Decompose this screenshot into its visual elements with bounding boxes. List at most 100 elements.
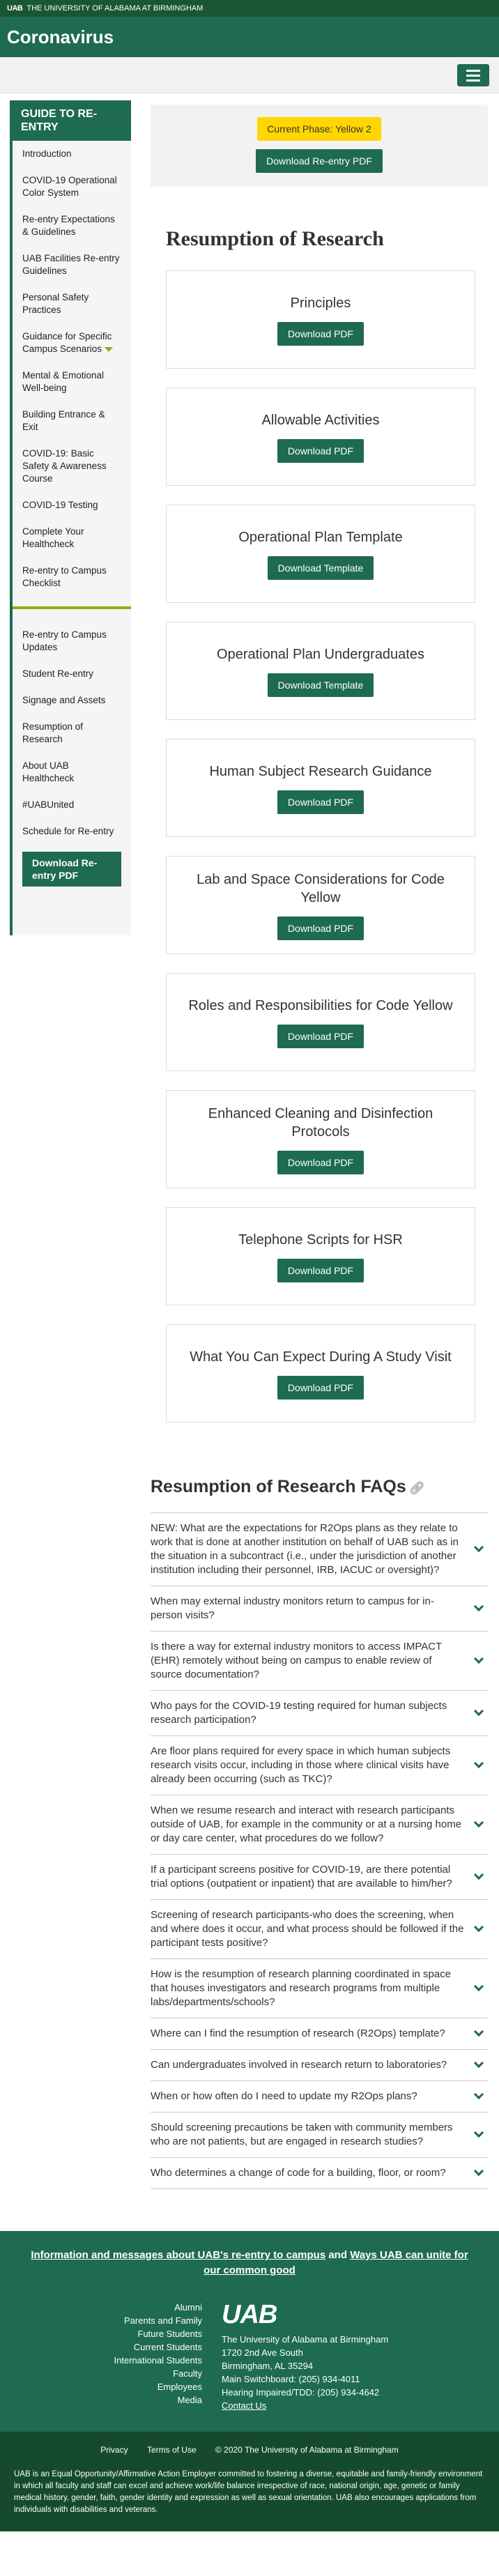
footer-link-future-students[interactable]: Future Students: [0, 2327, 203, 2340]
download-button[interactable]: Download PDF: [277, 1258, 364, 1282]
card-title[interactable]: Operational Plan Template: [238, 528, 402, 546]
sidebar-item-updates[interactable]: Re-entry to Campus Updates: [13, 622, 131, 661]
address-line[interactable]: Hearing Impaired/TDD: (205) 934-4642: [222, 2386, 499, 2399]
card-title[interactable]: Telephone Scripts for HSR: [238, 1231, 403, 1249]
faq-item[interactable]: Who pays for the COVID-19 testing requir…: [151, 1690, 488, 1735]
sidebar-item-research[interactable]: Resumption of Research: [13, 714, 131, 753]
menu-button[interactable]: [457, 64, 489, 86]
guide-sidebar: GUIDE TO RE-ENTRY Introduction COVID-19 …: [10, 100, 131, 935]
faq-item[interactable]: Can undergraduates involved in research …: [151, 2049, 488, 2080]
faq-item[interactable]: Screening of research participants-who d…: [151, 1899, 488, 1958]
guide-title[interactable]: GUIDE TO RE-ENTRY: [13, 100, 131, 141]
faq-item[interactable]: When may external industry monitors retu…: [151, 1586, 488, 1631]
faq-question: When or how often do I need to update my…: [151, 2090, 417, 2102]
download-reentry-button[interactable]: Download Re-entry PDF: [256, 149, 383, 173]
footer-link-international[interactable]: International Students: [0, 2354, 202, 2367]
download-button[interactable]: Download PDF: [277, 916, 364, 940]
sidebar-item-color-system[interactable]: COVID-19 Operational Color System: [13, 167, 131, 206]
footer-link-current-students[interactable]: Current Students: [0, 2340, 202, 2354]
card-title[interactable]: Roles and Responsibilities for Code Yell…: [188, 997, 452, 1015]
sidebar-item-testing[interactable]: COVID-19 Testing: [13, 492, 131, 519]
uab-logo[interactable]: UAB: [222, 2301, 499, 2329]
sidebar-divider: [13, 606, 131, 609]
faq-question: Who determines a change of code for a bu…: [151, 2167, 446, 2179]
site-title[interactable]: Coronavirus: [0, 17, 499, 57]
sidebar-item-signage[interactable]: Signage and Assets: [13, 687, 131, 714]
eeo-statement[interactable]: UAB is an Equal Opportunity/Affirmative …: [14, 2469, 485, 2516]
download-button[interactable]: Download PDF: [277, 790, 364, 814]
address-line[interactable]: Main Switchboard: (205) 934-4011: [222, 2372, 499, 2386]
faq-item[interactable]: When or how often do I need to update my…: [151, 2080, 488, 2112]
download-button[interactable]: Download PDF: [277, 438, 364, 463]
chevron-down-icon: [473, 1542, 484, 1553]
card-title[interactable]: Human Subject Research Guidance: [209, 762, 431, 781]
university-name[interactable]: THE UNIVERSITY OF ALABAMA AT BIRMINGHAM: [26, 4, 203, 13]
chevron-down-icon: [473, 2089, 484, 2100]
card-title[interactable]: What You Can Expect During A Study Visit: [190, 1348, 451, 1366]
footer-link-parents[interactable]: Parents and Family: [0, 2314, 202, 2327]
site-footer: Information and messages about UAB's re-…: [0, 2231, 499, 2531]
contact-us-link[interactable]: Contact Us: [222, 2399, 499, 2412]
download-button[interactable]: Download Template: [267, 673, 374, 697]
faq-item[interactable]: When we resume research and interact wit…: [151, 1795, 488, 1854]
copyright[interactable]: © 2020 The University of Alabama at Birm…: [215, 2445, 399, 2455]
card-title[interactable]: Enhanced Cleaning and Disinfection Proto…: [181, 1105, 461, 1141]
footer-link-employees[interactable]: Employees: [0, 2380, 202, 2393]
chevron-down-icon: [473, 1869, 484, 1880]
sidebar-item-student[interactable]: Student Re-entry: [13, 661, 131, 687]
hamburger-icon-line: [466, 74, 480, 77]
download-button[interactable]: Download PDF: [277, 1150, 364, 1174]
sidebar-item-scenarios[interactable]: Guidance for Specific Campus Scenarios: [13, 323, 131, 362]
address-line[interactable]: 1720 2nd Ave South: [222, 2346, 499, 2359]
address-line[interactable]: The University of Alabama at Birmingham: [222, 2333, 499, 2346]
chevron-down-icon: [473, 2165, 484, 2177]
caret-down-icon[interactable]: [105, 346, 114, 352]
sidebar-item-expectations[interactable]: Re-entry Expectations & Guidelines: [13, 206, 131, 245]
card-title[interactable]: Lab and Space Considerations for Code Ye…: [181, 871, 461, 907]
sidebar-download-button[interactable]: Download Re-entry PDF: [22, 852, 121, 887]
phase-badge[interactable]: Current Phase: Yellow 2: [257, 117, 381, 141]
footer-link-media[interactable]: Media: [0, 2393, 202, 2407]
address-line[interactable]: Birmingham, AL 35294: [222, 2359, 499, 2372]
reentry-info-link[interactable]: Information and messages about UAB's re-…: [31, 2249, 325, 2261]
link-icon[interactable]: 🔗︎: [409, 1481, 425, 1495]
uab-mark[interactable]: UAB: [7, 4, 23, 13]
faq-item[interactable]: Are floor plans required for every space…: [151, 1735, 488, 1795]
footer-link-alumni[interactable]: Alumni: [0, 2301, 202, 2314]
faq-item[interactable]: NEW: What are the expectations for R2Ops…: [151, 1512, 488, 1586]
sidebar-item-healthcheck[interactable]: Complete Your Healthcheck: [13, 519, 131, 558]
sidebar-item-checklist[interactable]: Re-entry to Campus Checklist: [13, 558, 131, 597]
card-title[interactable]: Allowable Activities: [262, 411, 380, 429]
faq-item[interactable]: If a participant screens positive for CO…: [151, 1854, 488, 1899]
footer-link-faculty[interactable]: Faculty: [0, 2367, 202, 2380]
download-button[interactable]: Download PDF: [277, 1024, 364, 1048]
footer-and: and: [328, 2249, 348, 2261]
section-title[interactable]: Resumption of Research: [166, 227, 488, 251]
card-operational-plan: Operational Plan Template Download Templa…: [166, 505, 475, 603]
faq-title-text[interactable]: Resumption of Research FAQs: [151, 1477, 406, 1496]
download-button[interactable]: Download Template: [267, 555, 374, 580]
sidebar-item-course[interactable]: COVID-19: Basic Safety & Awareness Cours…: [13, 440, 131, 492]
sidebar-item-wellbeing[interactable]: Mental & Emotional Well-being: [13, 362, 131, 401]
card-operational-plan-undergrad: Operational Plan Undergraduates Download …: [166, 622, 475, 720]
sidebar-item-entrance[interactable]: Building Entrance & Exit: [13, 401, 131, 440]
privacy-link[interactable]: Privacy: [100, 2445, 128, 2455]
sidebar-item-introduction[interactable]: Introduction: [13, 141, 131, 167]
card-title[interactable]: Operational Plan Undergraduates: [217, 645, 424, 664]
faq-item[interactable]: How is the resumption of research planni…: [151, 1958, 488, 2018]
sidebar-item-uabunited[interactable]: #UABUnited: [13, 792, 131, 818]
download-button[interactable]: Download PDF: [277, 321, 364, 346]
chevron-down-icon: [473, 1981, 484, 1992]
faq-question: How is the resumption of research planni…: [151, 1968, 452, 2008]
terms-link[interactable]: Terms of Use: [147, 2445, 197, 2455]
sidebar-item-safety[interactable]: Personal Safety Practices: [13, 284, 131, 323]
faq-item[interactable]: Is there a way for external industry mon…: [151, 1631, 488, 1690]
sidebar-item-about-healthcheck[interactable]: About UAB Healthcheck: [13, 753, 131, 792]
sidebar-item-facilities[interactable]: UAB Facilities Re-entry Guidelines: [13, 245, 131, 284]
faq-item[interactable]: Where can I find the resumption of resea…: [151, 2018, 488, 2049]
faq-item[interactable]: Who determines a change of code for a bu…: [151, 2157, 488, 2188]
download-button[interactable]: Download PDF: [277, 1375, 364, 1400]
sidebar-item-schedule[interactable]: Schedule for Re-entry: [13, 818, 131, 845]
faq-item[interactable]: Should screening precautions be taken wi…: [151, 2112, 488, 2157]
card-title[interactable]: Principles: [291, 294, 351, 312]
